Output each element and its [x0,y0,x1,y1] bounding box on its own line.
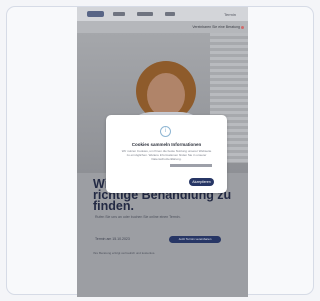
cookie-dialog-text: Wir nutzen Cookies, um Ihnen die beste N… [121,149,212,161]
nav-item-1[interactable] [113,12,125,16]
hero-footnote: Ihre Beratung erfolgt vertraulich und ko… [93,251,156,255]
book-appointment-button[interactable]: Jetzt Termin vereinbaren [169,236,221,243]
hero-tagline: Rufen Sie uns an oder buchen Sie online … [95,215,181,219]
accept-cookies-button[interactable]: Akzeptieren [189,178,214,186]
cookie-info-icon: i [160,126,171,137]
cookie-dialog-title: Cookies sammeln Informationen [131,142,202,147]
cookie-consent-dialog: i Cookies sammeln Informationen Wir nutz… [106,115,227,193]
nav-item-2[interactable] [137,12,153,16]
site-logo[interactable] [87,11,104,17]
privacy-policy-link[interactable] [170,164,212,167]
appointment-date: Termin am 15.10.2023 [95,237,130,241]
portrait-face [147,73,185,117]
menu-link[interactable]: Termin [224,12,236,17]
nav-item-3[interactable] [165,12,175,16]
notification-dot-icon [241,26,244,29]
top-navigation-bar: Termin [77,7,248,21]
consultation-link[interactable]: Vereinbaren Sie eine Beratung [192,25,240,29]
